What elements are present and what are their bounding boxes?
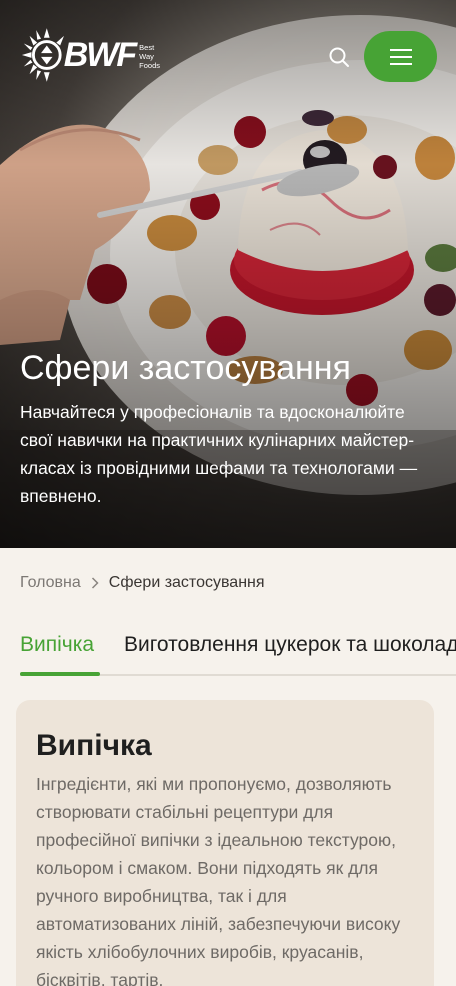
logo-subtitle: Best Way Foods xyxy=(139,43,160,70)
tab-pastry[interactable]: Випічка xyxy=(20,630,94,660)
breadcrumb: Головна Сфери застосування xyxy=(20,572,265,594)
tab-active-indicator xyxy=(20,672,100,676)
hero-description: Навчайтеся у професіоналів та вдосконалю… xyxy=(20,402,418,506)
category-tabs: Випічка Виготовлення цукерок та шоколаду xyxy=(0,630,456,676)
card-title: Випічка xyxy=(36,729,152,762)
category-card: Випічка Інгредієнти, які ми пропонуємо, … xyxy=(16,700,434,986)
logo-text: BWF xyxy=(63,35,137,74)
hamburger-icon xyxy=(389,48,412,65)
logo-sub-line: Way xyxy=(139,51,154,61)
tab-candy-chocolate[interactable]: Виготовлення цукерок та шоколаду xyxy=(124,630,456,660)
hero-section: BWF Best Way Foods Сфери застосування На… xyxy=(0,0,456,548)
chevron-right-icon xyxy=(91,577,99,589)
logo-sub-line: Best xyxy=(139,42,155,52)
logo-sun-icon xyxy=(21,28,64,82)
bwf-logo[interactable]: BWF Best Way Foods xyxy=(20,22,160,88)
page-title: Сфери застосування xyxy=(20,349,351,387)
search-icon xyxy=(329,47,349,67)
logo-sub-line: Foods xyxy=(139,60,160,70)
breadcrumb-home-link[interactable]: Головна xyxy=(20,572,81,594)
card-description: Інгредієнти, які ми пропонуємо, дозволяю… xyxy=(36,774,401,986)
breadcrumb-current: Сфери застосування xyxy=(108,574,265,591)
menu-button[interactable] xyxy=(364,31,437,82)
search-button[interactable] xyxy=(322,40,356,74)
